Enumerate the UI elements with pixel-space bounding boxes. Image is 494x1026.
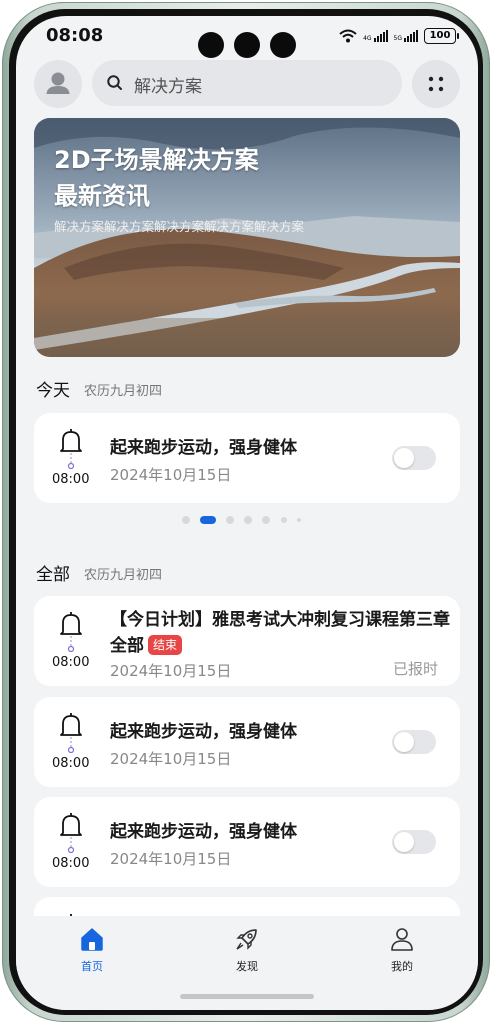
reminder-toggle[interactable] <box>392 830 436 854</box>
reminder-title: 起来跑步运动，强身健体 <box>110 822 297 842</box>
reminder-toggle[interactable] <box>392 730 436 754</box>
banner-title-line2: 最新资讯 <box>54 182 150 210</box>
bell-icon <box>58 711 84 757</box>
camera-lens-icon <box>198 32 224 58</box>
user-icon <box>391 928 413 951</box>
battery-icon: 100 <box>424 28 459 44</box>
bell-icon <box>58 811 84 857</box>
user-avatar-icon <box>46 72 70 94</box>
tab-profile[interactable]: 我的 <box>362 926 442 974</box>
bell-icon <box>58 610 84 656</box>
status-badge: 结束 <box>148 635 183 655</box>
reminder-card[interactable]: 08:00 【今日计划】雅思考试大冲刺复习课程第三章全部 结束 2024年10月1… <box>34 596 460 686</box>
grid-dots-icon <box>428 76 444 92</box>
signal-label: 4G <box>363 35 372 42</box>
status-time: 08:08 <box>46 25 104 46</box>
section-lunar-date: 农历九月初四 <box>84 384 163 399</box>
banner-title: 2D子场景解决方案 最新资讯 <box>54 142 259 214</box>
reminder-toggle[interactable] <box>392 446 436 470</box>
section-title-today: 今天 <box>36 381 70 401</box>
reminder-date: 2024年10月15日 <box>110 850 232 868</box>
search-icon <box>106 74 124 96</box>
pager-dot[interactable] <box>182 516 190 524</box>
reminder-date: 2024年10月15日 <box>110 750 232 768</box>
signal-label: 5G <box>393 35 402 42</box>
banner-title-line1: 2D子场景解决方案 <box>54 146 259 174</box>
reminder-title: 【今日计划】雅思考试大冲刺复习课程第三章全部 结束 <box>110 607 450 659</box>
home-icon <box>81 928 103 951</box>
camera-lens-icon <box>270 32 296 58</box>
tab-discover[interactable]: 发现 <box>207 926 287 974</box>
bell-icon <box>58 427 84 473</box>
reminder-card[interactable]: 08:00 起来跑步运动，强身健体 2024年10月15日 <box>34 697 460 787</box>
search-placeholder: 解决方案 <box>134 77 202 97</box>
camera-lens-icon <box>234 32 260 58</box>
reminder-time: 08:00 <box>52 655 90 670</box>
reminder-title: 起来跑步运动，强身健体 <box>110 722 297 742</box>
avatar[interactable] <box>34 60 82 108</box>
pager-dot-active[interactable] <box>200 516 216 524</box>
reminder-title: 起来跑步运动，强身健体 <box>110 438 297 458</box>
reminder-time: 08:00 <box>52 856 90 871</box>
reminder-date: 2024年10月15日 <box>110 662 232 680</box>
pager-dot[interactable] <box>244 516 252 524</box>
reminder-card[interactable]: 08:00 起来跑步运动，强身健体 2024年10月15日 <box>34 413 460 503</box>
signal-strength-icon: 5G <box>394 30 418 42</box>
status-indicators: 4G 5G 100 <box>339 28 459 44</box>
reminder-time: 08:00 <box>52 472 90 487</box>
screen: 08:08 4G 5G 100 解决方案 2D子场景解决方案 最新资讯 解决方案… <box>16 16 478 1010</box>
status-bar: 08:08 4G 5G 100 <box>16 16 478 58</box>
pager-dot[interactable] <box>226 516 234 524</box>
phone-frame: 08:08 4G 5G 100 解决方案 2D子场景解决方案 最新资讯 解决方案… <box>0 0 494 1026</box>
toggle-knob <box>394 732 414 752</box>
tab-label: 我的 <box>391 960 413 973</box>
reminder-date: 2024年10月15日 <box>110 466 232 484</box>
top-bar: 解决方案 <box>16 60 478 108</box>
section-title-all: 全部 <box>36 565 70 585</box>
news-banner[interactable]: 2D子场景解决方案 最新资讯 解决方案解决方案解决方案解决方案解决方案 <box>34 118 460 357</box>
reminder-status: 已报时 <box>392 660 438 678</box>
reminder-card[interactable]: 08:00 起来跑步运动，强身健体 2024年10月15日 <box>34 797 460 887</box>
tab-label: 首页 <box>81 960 103 973</box>
reminder-time: 08:00 <box>52 756 90 771</box>
pager-dot[interactable] <box>281 517 287 523</box>
more-button[interactable] <box>412 60 460 108</box>
pager-dots <box>180 513 320 527</box>
rocket-icon <box>236 929 257 950</box>
section-lunar-date: 农历九月初四 <box>84 568 163 583</box>
tab-home[interactable]: 首页 <box>52 926 132 974</box>
home-indicator[interactable] <box>180 994 314 999</box>
toggle-knob <box>394 832 414 852</box>
wifi-icon <box>339 29 357 43</box>
pager-dot[interactable] <box>262 516 270 524</box>
pager-dot[interactable] <box>297 518 301 522</box>
signal-strength-icon: 4G <box>363 30 388 42</box>
search-input[interactable]: 解决方案 <box>92 60 402 106</box>
toggle-knob <box>394 448 414 468</box>
banner-subtitle: 解决方案解决方案解决方案解决方案解决方案 <box>54 219 305 234</box>
tab-label: 发现 <box>236 960 258 973</box>
